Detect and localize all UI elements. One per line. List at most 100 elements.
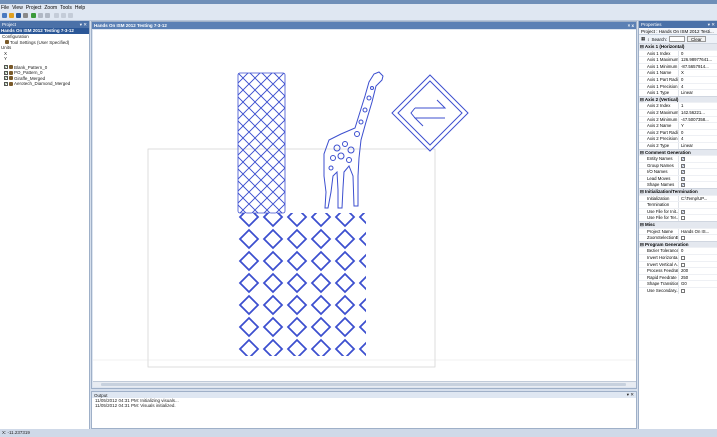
pin-icon[interactable]: ▾ ✕ (80, 22, 87, 28)
property-row[interactable]: ZoomSelectionE... (639, 234, 717, 241)
menu-file[interactable]: File (1, 5, 9, 11)
property-value[interactable]: 126.98977641... (679, 57, 717, 63)
property-value[interactable]: C:\Temp\UP... (679, 196, 717, 202)
property-checkbox[interactable] (681, 169, 685, 175)
property-value[interactable] (679, 202, 717, 208)
redo-icon[interactable] (45, 13, 50, 18)
property-checkbox[interactable] (681, 256, 685, 260)
property-row[interactable]: I/O Names (639, 168, 717, 175)
property-value[interactable]: 250 (679, 275, 717, 281)
property-row[interactable]: Axis 2 Name Y (639, 122, 717, 129)
property-value[interactable]: 0 (679, 130, 717, 136)
open-icon[interactable] (9, 13, 14, 18)
visibility-checkbox[interactable] (4, 64, 8, 70)
property-row[interactable]: Use Secondary... (639, 286, 717, 294)
property-row[interactable]: Axis 2 Minimum -47.5007358... (639, 115, 717, 123)
property-value[interactable]: 0 (679, 51, 717, 57)
property-value[interactable]: Linear (679, 90, 717, 96)
aerotech-diamond-logo[interactable] (391, 74, 469, 152)
property-row[interactable]: Invert Horizonta... (639, 254, 717, 261)
undo-icon[interactable] (38, 13, 43, 18)
property-value[interactable]: 4 (679, 136, 717, 142)
property-category[interactable]: ⊟ Misc (639, 221, 717, 228)
property-row[interactable]: Axis 2 Part Radius 0 (639, 128, 717, 136)
diamond-grid-pattern[interactable] (238, 213, 366, 356)
scrollbar-thumb[interactable] (101, 383, 626, 386)
property-row[interactable]: Group Names (639, 161, 717, 169)
property-value[interactable]: Y (679, 123, 717, 129)
property-checkbox[interactable] (681, 262, 685, 267)
property-checkbox[interactable] (681, 156, 685, 162)
visibility-checkbox[interactable] (4, 75, 8, 81)
property-row[interactable]: Axis 2 Index 1 (639, 102, 717, 109)
property-row[interactable]: Process Feedrate 200 (639, 267, 717, 274)
property-row[interactable]: Axis 2 Precision 4 (639, 135, 717, 142)
property-row[interactable]: Axis 1 Index 0 (639, 49, 717, 57)
property-row[interactable]: Entity Names (639, 155, 717, 162)
property-row[interactable]: Bezier Tolerance 0 (639, 247, 717, 254)
property-row[interactable]: Axis 1 Maximum 126.98977641... (639, 56, 717, 63)
property-value[interactable]: -47.5007358... (679, 117, 717, 123)
menu-tools[interactable]: Tools (60, 5, 72, 11)
property-checkbox[interactable] (681, 288, 685, 293)
property-row[interactable]: Axis 1 Precision 4 (639, 82, 717, 90)
property-checkbox[interactable] (681, 209, 685, 214)
property-row[interactable]: Use File for Ter... (639, 214, 717, 222)
property-checkbox[interactable] (681, 176, 685, 181)
property-category[interactable]: ⊟ Initialization/Termination (639, 188, 717, 195)
property-row[interactable]: Project Name Hands On IS... (639, 227, 717, 235)
search-input[interactable] (669, 36, 686, 42)
visibility-checkbox[interactable] (4, 81, 8, 86)
new-icon[interactable] (2, 13, 7, 18)
property-row[interactable]: Rapid Feedrate 250 (639, 273, 717, 281)
property-category[interactable]: ⊟ Comment Generation (639, 148, 717, 156)
property-value[interactable]: X (679, 70, 717, 76)
zoom-fit-icon[interactable] (68, 13, 73, 18)
categorize-icon[interactable]: ▦ (641, 36, 645, 42)
property-value[interactable]: 200 (679, 268, 717, 274)
close-icon[interactable]: × x (628, 23, 634, 28)
lattice-pattern[interactable] (237, 72, 286, 214)
property-value[interactable]: 142.56221... (679, 110, 717, 116)
property-row[interactable]: Axis 1 Type Linear (639, 89, 717, 96)
property-category[interactable]: ⊟ Program Generation (639, 240, 717, 248)
property-row[interactable]: Shape Names (639, 181, 717, 189)
visibility-checkbox[interactable] (4, 70, 8, 75)
property-row[interactable]: Axis 1 Name X (639, 69, 717, 76)
pin-icon[interactable]: ▾ ✕ (627, 392, 634, 398)
menu-view[interactable]: View (12, 5, 23, 11)
menu-zoom[interactable]: Zoom (44, 5, 57, 11)
property-checkbox[interactable] (681, 236, 685, 241)
drawing-canvas[interactable] (93, 30, 636, 382)
property-value[interactable]: G0 (679, 281, 717, 287)
clear-button[interactable]: Clear (687, 36, 706, 42)
property-row[interactable]: Termination (639, 201, 717, 208)
property-row[interactable]: Lead Moves (639, 174, 717, 182)
document-tab[interactable]: Hands On ISM 2012 Testing 7-3-12 × x (92, 22, 636, 29)
property-row[interactable]: Initialization C:\Temp\UP... (639, 194, 717, 202)
zoom-in-icon[interactable] (54, 13, 59, 18)
property-row[interactable]: Axis 2 Type Linear (639, 141, 717, 149)
print-icon[interactable] (23, 13, 28, 18)
property-row[interactable]: Axis 1 Minimum -87.5657914... (639, 62, 717, 70)
run-icon[interactable] (31, 13, 36, 18)
property-checkbox[interactable] (681, 163, 685, 168)
sort-az-icon[interactable]: ↕ (647, 37, 649, 42)
object-selector[interactable]: Project : Hands On ISM 2012 Testi... (639, 28, 717, 35)
property-value[interactable]: 0 (679, 77, 717, 83)
pin-icon[interactable]: ▾ ✕ (708, 22, 715, 28)
property-row[interactable]: Invert Vertical A... (639, 260, 717, 268)
property-row[interactable]: Use File for Init... (639, 207, 717, 215)
property-value[interactable]: Linear (679, 143, 717, 149)
zoom-out-icon[interactable] (61, 13, 66, 18)
property-checkbox[interactable] (681, 216, 685, 221)
property-category[interactable]: ⊟ Axis 1 (Horizontal) (639, 43, 717, 50)
property-value[interactable]: -87.5657914... (679, 64, 717, 70)
tree-item-aerotech-diamond[interactable]: Aerotech_Diamond_Merged (0, 81, 89, 87)
property-checkbox[interactable] (681, 182, 685, 188)
property-value[interactable]: 1 (679, 103, 717, 109)
property-value[interactable]: 0 (679, 248, 717, 254)
save-icon[interactable] (16, 13, 21, 18)
property-row[interactable]: Axis 2 Maximum 142.56221... (639, 108, 717, 116)
property-category[interactable]: ⊟ Axis 2 (Vertical) (639, 95, 717, 103)
